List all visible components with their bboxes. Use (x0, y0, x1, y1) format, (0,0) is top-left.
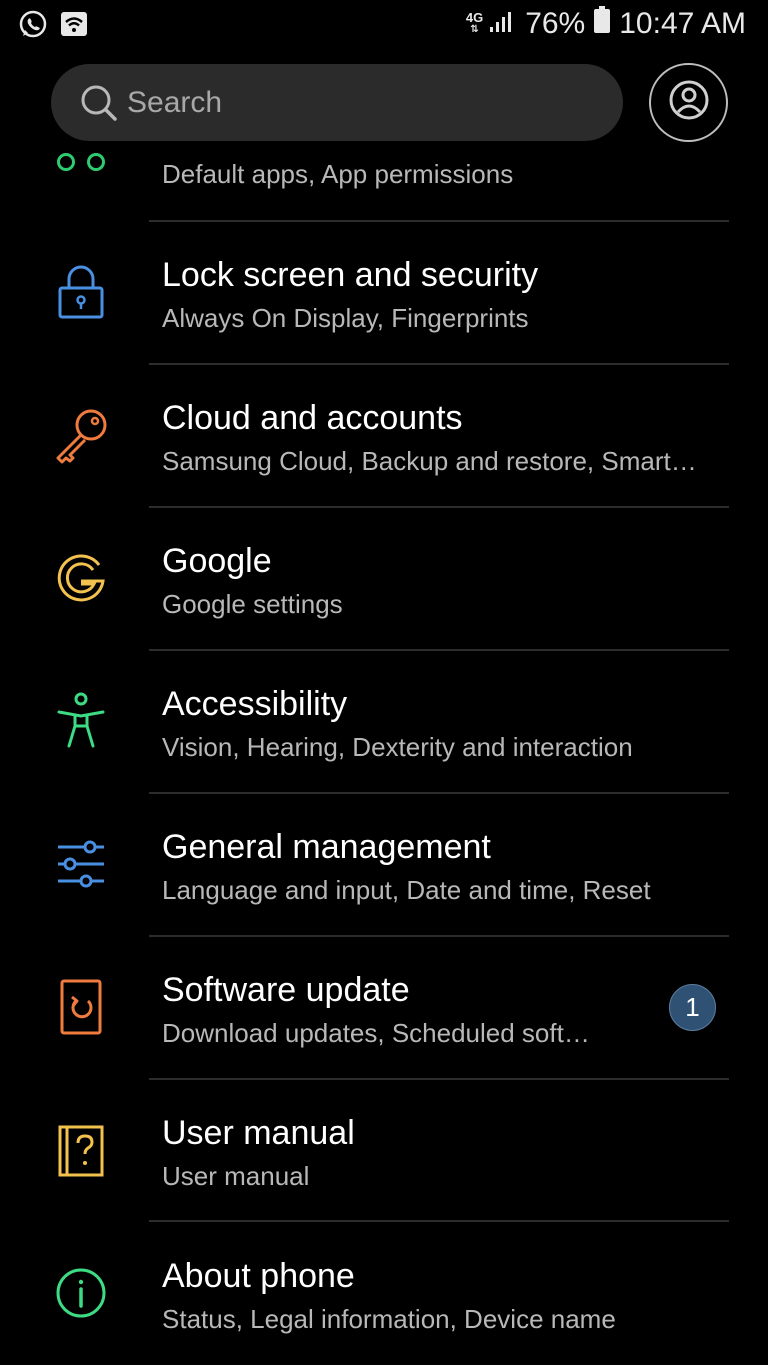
settings-item-subtitle: Language and input, Date and time, Reset (162, 875, 651, 905)
network-type: 4G ⇅ (465, 10, 484, 35)
battery-percent: 76% (525, 7, 586, 40)
settings-item-subtitle: Default apps, App permissions (162, 159, 514, 189)
settings-item-title: Software update (162, 971, 410, 1009)
settings-item-general-management[interactable]: General management Language and input, D… (0, 793, 768, 936)
settings-item-cloud-accounts[interactable]: Cloud and accounts Samsung Cloud, Backup… (0, 364, 768, 507)
settings-item-apps[interactable]: Default apps, App permissions (0, 78, 768, 221)
settings-item-about-phone[interactable]: About phone Status, Legal information, D… (0, 1222, 768, 1365)
update-count-badge: 1 (669, 984, 716, 1031)
settings-item-subtitle: Google settings (162, 589, 343, 619)
lock-icon (50, 261, 112, 323)
signal-icon (489, 7, 517, 41)
settings-item-title: Lock screen and security (162, 256, 539, 294)
apps-icon (50, 140, 112, 202)
settings-item-title: General management (162, 828, 491, 866)
settings-item-user-manual[interactable]: User manual User manual (0, 1079, 768, 1222)
accessibility-icon (50, 690, 112, 752)
notification-icons (18, 9, 88, 44)
info-icon (50, 1262, 112, 1324)
help-book-icon (50, 1119, 112, 1181)
software-update-icon (50, 976, 112, 1038)
settings-item-subtitle: Vision, Hearing, Dexterity and interacti… (162, 732, 633, 762)
key-icon (50, 404, 112, 466)
settings-item-title: Google (162, 542, 272, 580)
settings-item-title: Accessibility (162, 685, 348, 723)
clock: 10:47 AM (619, 7, 746, 40)
settings-item-subtitle: Always On Display, Fingerprints (162, 303, 529, 333)
battery-icon (593, 6, 611, 42)
settings-item-subtitle: Status, Legal information, Device name (162, 1304, 616, 1334)
settings-item-title: Cloud and accounts (162, 399, 463, 437)
wifi-notification-icon (60, 11, 88, 42)
sliders-icon (50, 833, 112, 895)
google-icon (50, 547, 112, 609)
settings-item-subtitle: Samsung Cloud, Backup and restore, Smart… (162, 446, 697, 476)
whatsapp-icon (18, 9, 48, 44)
settings-item-google[interactable]: Google Google settings (0, 507, 768, 650)
settings-item-subtitle: User manual (162, 1161, 310, 1191)
settings-item-software-update[interactable]: Software update Download updates, Schedu… (0, 936, 768, 1079)
settings-item-title: About phone (162, 1257, 355, 1295)
settings-item-subtitle: Download updates, Scheduled soft… (162, 1018, 590, 1048)
settings-item-lock-screen[interactable]: Lock screen and security Always On Displ… (0, 221, 768, 364)
status-bar: 4G ⇅ 76% 10:47 AM (0, 0, 768, 52)
system-status: 4G ⇅ 76% 10:47 AM (466, 6, 746, 42)
settings-item-accessibility[interactable]: Accessibility Vision, Hearing, Dexterity… (0, 650, 768, 793)
settings-item-title: User manual (162, 1114, 355, 1152)
